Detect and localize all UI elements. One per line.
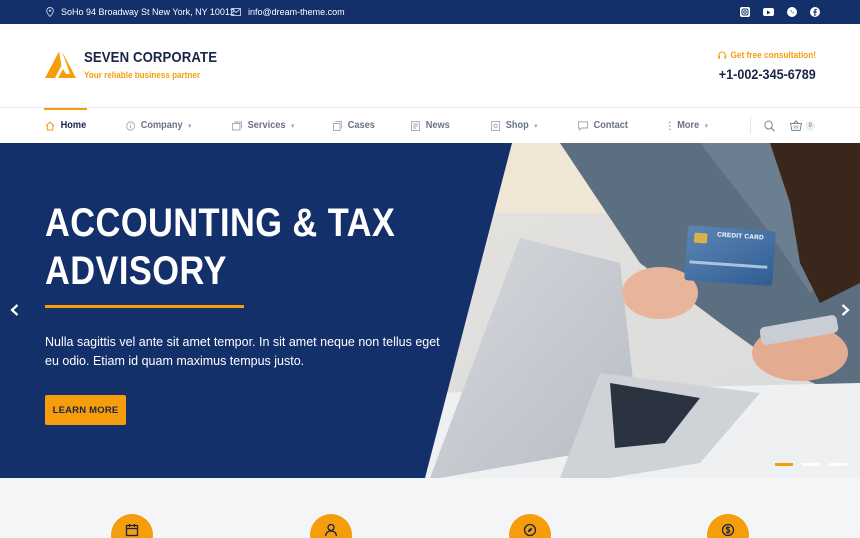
search-icon <box>764 119 775 132</box>
nav-divider <box>750 117 751 134</box>
nav-item-services[interactable]: Services ▾ <box>232 108 294 143</box>
cart-button[interactable]: 0 <box>790 108 815 143</box>
chevron-down-icon: ▾ <box>188 122 192 130</box>
nav-item-news[interactable]: News <box>411 108 450 143</box>
nav-label: More <box>677 120 700 131</box>
nav-item-contact[interactable]: Contact <box>578 108 628 143</box>
nav-label: Cases <box>347 120 375 131</box>
slider-pagination <box>775 463 847 466</box>
next-slide-icon[interactable] <box>838 303 852 317</box>
chevron-down-icon: ▾ <box>291 122 295 130</box>
chat-icon <box>578 120 588 131</box>
user-icon <box>310 514 352 538</box>
search-button[interactable] <box>764 108 775 143</box>
cart-count-badge: 0 <box>805 120 815 131</box>
calendar-icon <box>111 514 153 538</box>
nav-label: Home <box>60 120 87 131</box>
brand-title: SEVEN CORPORATE <box>84 49 218 66</box>
nav-label: Company <box>140 120 183 131</box>
facebook-icon[interactable] <box>810 7 820 17</box>
info-icon <box>126 120 135 131</box>
top-bar: SoHo 94 Broadway St New York, NY 10012 i… <box>0 0 860 24</box>
nav-item-company[interactable]: Company ▾ <box>126 108 191 143</box>
home-icon <box>45 120 55 131</box>
slide-dot-3[interactable] <box>829 463 847 466</box>
location-pin-icon <box>46 7 54 17</box>
main-nav: Home Company ▾ Services ▾ Cases News Sho… <box>0 108 860 143</box>
brand-tagline: Your reliable business partner <box>84 70 200 80</box>
nav-item-cases[interactable]: Cases <box>333 108 375 143</box>
phone-number[interactable]: +1-002-345-6789 <box>719 66 816 82</box>
dollar-icon <box>707 514 749 538</box>
address-item: SoHo 94 Broadway St New York, NY 10012 <box>46 0 235 24</box>
whatsapp-icon[interactable] <box>787 7 797 17</box>
hero-navy-panel <box>0 143 512 478</box>
previous-slide-icon[interactable] <box>8 303 22 317</box>
consultation-link[interactable]: Get free consultation! <box>718 50 816 60</box>
instagram-icon[interactable] <box>740 7 750 17</box>
address-text: SoHo 94 Broadway St New York, NY 10012 <box>61 7 235 17</box>
hero-slider: CREDIT CARD ACCOUNTING & TAX ADVISORY Nu… <box>0 143 860 478</box>
nav-item-more[interactable]: More ▾ <box>668 108 708 143</box>
slide-dot-2[interactable] <box>802 463 820 466</box>
headset-icon <box>718 50 727 59</box>
hero-title: ACCOUNTING & TAX ADVISORY <box>45 199 406 295</box>
mail-icon <box>231 8 241 16</box>
nav-item-shop[interactable]: Shop ▾ <box>491 108 537 143</box>
hero-description: Nulla sagittis vel ante sit amet tempor.… <box>45 335 440 368</box>
company-logo[interactable] <box>44 50 77 80</box>
youtube-icon[interactable] <box>763 8 774 16</box>
hero-divider <box>45 305 244 308</box>
email-item[interactable]: info@dream-theme.com <box>231 0 345 24</box>
consultation-text: Get free consultation! <box>730 50 816 60</box>
site-header: SEVEN CORPORATE Your reliable business p… <box>0 24 860 108</box>
learn-more-button[interactable]: LEARN MORE <box>45 395 126 425</box>
news-icon <box>411 120 421 131</box>
nav-label: Services <box>247 120 286 131</box>
slide-dot-1[interactable] <box>775 463 793 466</box>
chevron-down-icon: ▾ <box>534 122 538 130</box>
social-links <box>740 0 820 24</box>
cases-icon <box>333 120 343 131</box>
nav-label: Contact <box>593 120 628 131</box>
services-icon <box>232 121 242 130</box>
email-link[interactable]: info@dream-theme.com <box>248 7 345 17</box>
basket-icon <box>790 120 802 131</box>
chevron-down-icon: ▾ <box>704 122 708 130</box>
nav-label: Shop <box>505 120 529 131</box>
more-icon <box>669 121 671 130</box>
hero-title-line-1: ACCOUNTING & TAX <box>45 201 396 245</box>
shop-icon <box>491 120 501 131</box>
compass-icon <box>509 514 551 538</box>
nav-label: News <box>425 120 450 131</box>
nav-item-home[interactable]: Home <box>45 108 86 143</box>
features-section <box>0 478 860 538</box>
hero-title-line-2: ADVISORY <box>45 249 227 293</box>
